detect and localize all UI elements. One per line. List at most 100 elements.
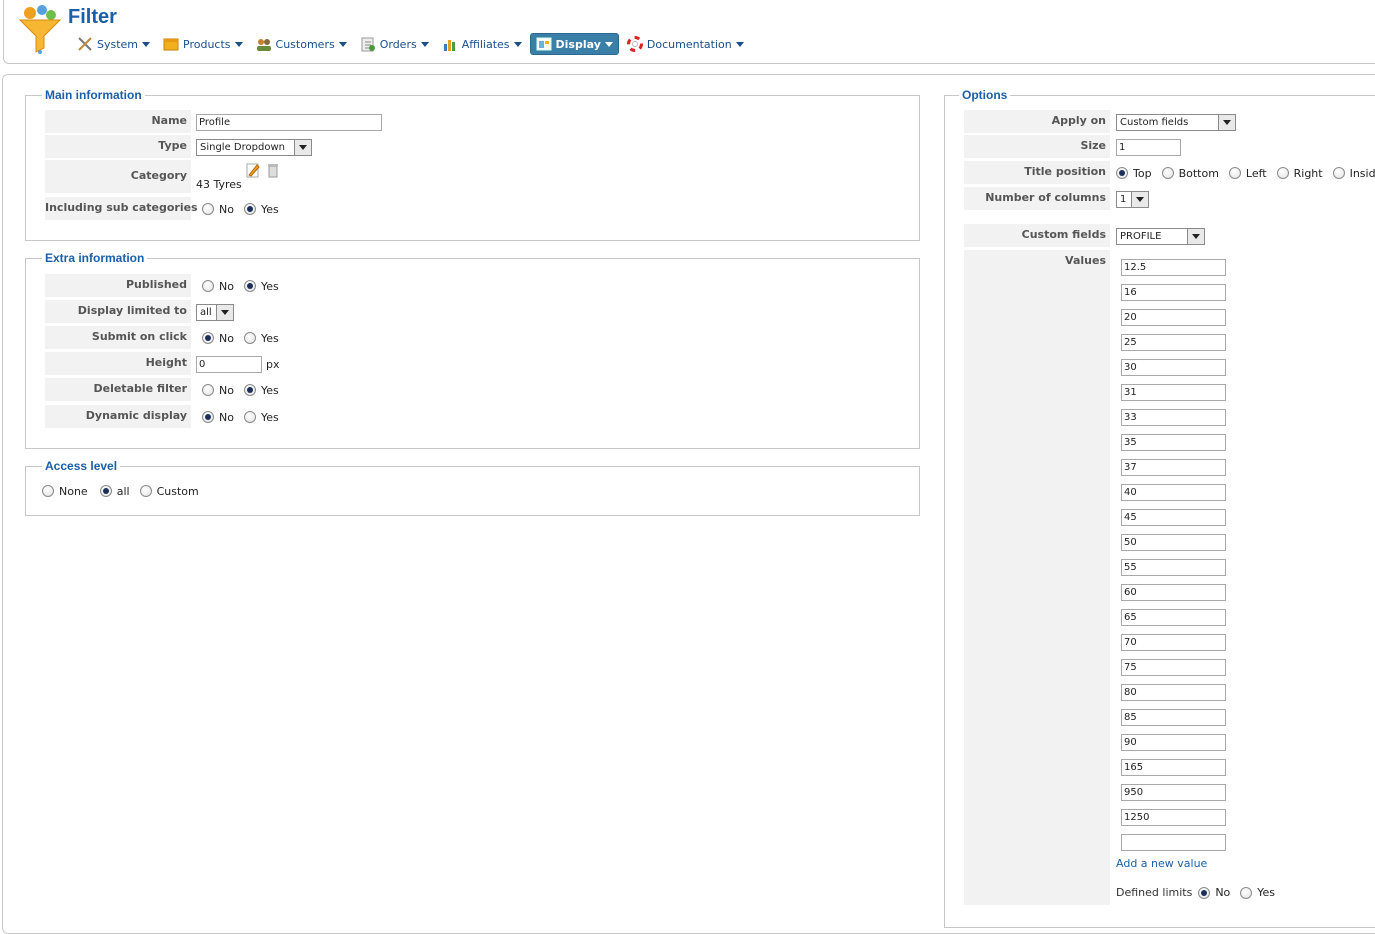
published-label: Published	[45, 274, 191, 298]
name-row: Name Profile	[45, 110, 382, 134]
menu-customers[interactable]: Customers	[251, 33, 352, 55]
value-input[interactable]: 1250	[1121, 809, 1226, 826]
display-limited-label: Display limited to	[45, 300, 191, 324]
value-input[interactable]: 40	[1121, 484, 1226, 501]
name-label: Name	[45, 110, 191, 134]
published-yes-radio[interactable]	[243, 280, 256, 292]
title-position-bottom-label: Bottom	[1178, 166, 1219, 180]
value-input[interactable]: 950	[1121, 784, 1226, 801]
chevron-down-icon	[338, 41, 347, 47]
value-input[interactable]: 16	[1121, 284, 1226, 301]
name-input[interactable]: Profile	[196, 113, 382, 131]
access-all-radio[interactable]	[99, 485, 112, 497]
menu-products[interactable]: Products	[158, 33, 248, 55]
menu-documentation-label: Documentation	[646, 37, 732, 51]
deletable-row: Deletable filter No Yes	[45, 378, 283, 402]
subcategories-label: Including sub categories	[45, 197, 198, 221]
value-input[interactable]: 33	[1121, 409, 1226, 426]
access-custom-label: Custom	[156, 484, 199, 498]
value-input[interactable]: 45	[1121, 509, 1226, 526]
custom-fields-select[interactable]: PROFILE	[1116, 227, 1205, 245]
main-menu: System Products Customers Orders Affilia…	[72, 33, 752, 55]
published-no-label: No	[219, 279, 234, 293]
value-input[interactable]: 31	[1121, 384, 1226, 401]
title-position-bottom-radio[interactable]	[1161, 167, 1174, 179]
value-input[interactable]: 37	[1121, 459, 1226, 476]
defined-limits-yes-label: Yes	[1257, 886, 1276, 899]
deletable-yes-label: Yes	[260, 383, 279, 397]
deletable-no-label: No	[219, 383, 234, 397]
menu-customers-label: Customers	[275, 37, 335, 51]
value-input[interactable]	[1121, 834, 1226, 851]
access-custom-radio[interactable]	[139, 485, 152, 497]
add-new-value-link[interactable]: Add a new value	[1116, 857, 1207, 870]
access-all-label: all	[116, 484, 130, 498]
dynamic-no-radio[interactable]	[202, 411, 214, 423]
submit-yes-label: Yes	[260, 331, 279, 345]
value-input[interactable]: 20	[1121, 309, 1226, 326]
value-input[interactable]: 55	[1121, 559, 1226, 576]
title-position-left-radio[interactable]	[1228, 167, 1241, 179]
published-no-radio[interactable]	[202, 280, 214, 292]
value-input[interactable]: 165	[1121, 759, 1226, 776]
value-input[interactable]: 65	[1121, 609, 1226, 626]
deletable-yes-radio[interactable]	[243, 384, 256, 396]
subcategories-yes-radio[interactable]	[243, 203, 256, 215]
menu-display-label: Display	[555, 37, 601, 51]
height-input[interactable]: 0	[196, 355, 262, 373]
submit-yes-radio[interactable]	[243, 332, 256, 344]
access-level-legend: Access level	[45, 459, 118, 473]
orders-icon	[361, 37, 375, 52]
title-position-top-radio[interactable]	[1116, 167, 1128, 179]
columns-select[interactable]: 1	[1116, 190, 1149, 208]
defined-limits-row: Defined limits No Yes	[1116, 886, 1279, 899]
title-position-right-label: Right	[1293, 166, 1323, 180]
trash-icon[interactable]	[266, 162, 280, 178]
value-input[interactable]: 60	[1121, 584, 1226, 601]
display-icon	[536, 37, 552, 51]
access-none-radio[interactable]	[42, 485, 54, 497]
value-input[interactable]: 25	[1121, 334, 1226, 351]
value-input[interactable]: 90	[1121, 734, 1226, 751]
submit-label: Submit on click	[45, 326, 191, 350]
access-none-label: None	[59, 484, 88, 498]
affiliates-icon	[443, 40, 455, 51]
menu-display[interactable]: Display	[529, 33, 619, 55]
value-input[interactable]: 30	[1121, 359, 1226, 376]
deletable-no-radio[interactable]	[202, 384, 214, 396]
menu-system[interactable]: System	[72, 33, 155, 55]
chevron-down-icon	[1131, 191, 1148, 207]
title-position-left-label: Left	[1245, 166, 1267, 180]
menu-orders[interactable]: Orders	[355, 33, 434, 55]
filter-funnel-logo-icon	[18, 5, 62, 54]
apply-on-select[interactable]: Custom fields	[1116, 113, 1236, 131]
submit-row: Submit on click No Yes	[45, 326, 283, 350]
title-position-inside-radio[interactable]	[1332, 167, 1345, 179]
value-input[interactable]: 12.5	[1121, 259, 1226, 276]
title-position-label: Title position	[964, 161, 1110, 185]
size-row: Size 1	[964, 135, 1181, 159]
dynamic-yes-radio[interactable]	[243, 411, 256, 423]
size-input[interactable]: 1	[1116, 138, 1181, 156]
defined-limits-no-radio[interactable]	[1198, 886, 1211, 899]
type-select[interactable]: Single Dropdown	[196, 138, 312, 156]
display-limited-select[interactable]: all	[196, 303, 234, 321]
subcategories-row: Including sub categories No Yes	[45, 197, 283, 221]
value-input[interactable]: 50	[1121, 534, 1226, 551]
submit-no-radio[interactable]	[202, 332, 214, 344]
value-input[interactable]: 75	[1121, 659, 1226, 676]
defined-limits-yes-radio[interactable]	[1240, 886, 1253, 899]
published-yes-label: Yes	[260, 279, 279, 293]
menu-affiliates[interactable]: Affiliates	[437, 33, 527, 55]
apply-on-value: Custom fields	[1120, 116, 1189, 128]
value-input[interactable]: 80	[1121, 684, 1226, 701]
value-input[interactable]: 70	[1121, 634, 1226, 651]
menu-documentation[interactable]: Documentation	[622, 33, 749, 55]
chevron-down-icon	[513, 41, 522, 47]
edit-pencil-icon[interactable]	[245, 162, 261, 178]
value-input[interactable]: 35	[1121, 434, 1226, 451]
value-input[interactable]: 85	[1121, 709, 1226, 726]
users-icon	[256, 39, 271, 51]
title-position-right-radio[interactable]	[1276, 167, 1289, 179]
subcategories-no-radio[interactable]	[202, 203, 214, 215]
